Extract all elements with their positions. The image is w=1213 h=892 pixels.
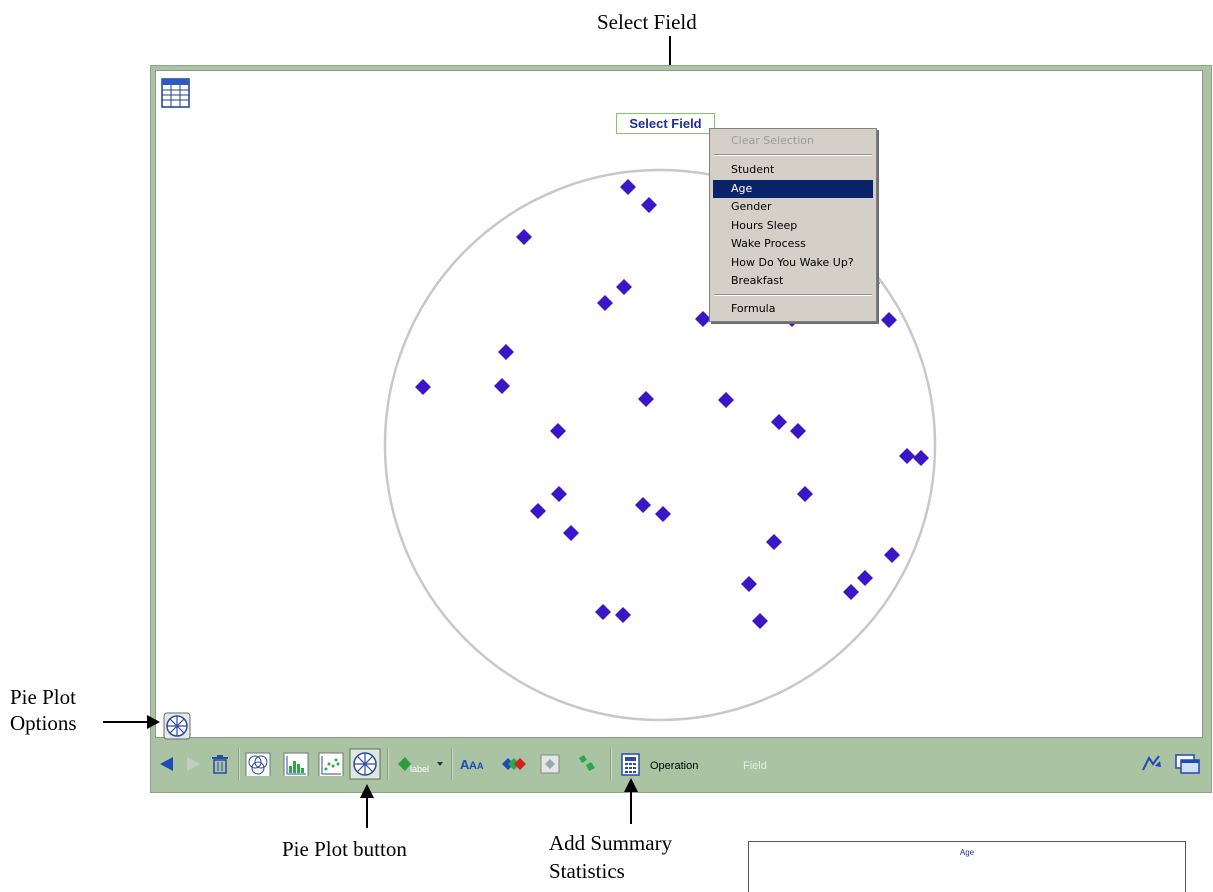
- menu-item-student[interactable]: Student: [713, 161, 873, 179]
- menu-item-clear-selection[interactable]: Clear Selection: [713, 132, 873, 150]
- pie-plot-options-arrow: [103, 715, 160, 729]
- pie-plot-options-callout-2: Options: [10, 711, 77, 735]
- toolbar-separator: [387, 748, 389, 780]
- chevron-down-icon[interactable]: [435, 752, 445, 776]
- summary-stats-callout-2: Statistics: [549, 859, 625, 883]
- case-point[interactable]: [899, 448, 915, 464]
- summary-panel-title: Age: [959, 848, 975, 857]
- summary-stats-callout-1: Add Summary: [549, 831, 673, 855]
- summary-stats-arrow: [624, 778, 638, 824]
- case-point[interactable]: [530, 503, 546, 519]
- case-point[interactable]: [790, 423, 806, 439]
- point-size-icon[interactable]: [539, 752, 561, 776]
- histogram-icon[interactable]: [283, 752, 309, 776]
- case-point[interactable]: [766, 534, 782, 550]
- case-point[interactable]: [550, 423, 566, 439]
- pie-plot-options-callout-1: Pie Plot: [10, 685, 76, 709]
- case-point[interactable]: [913, 450, 929, 466]
- case-point[interactable]: [415, 379, 431, 395]
- window-icon[interactable]: [1173, 752, 1201, 776]
- case-point[interactable]: [797, 486, 813, 502]
- toolbar-separator: [610, 748, 612, 780]
- scatter-plot-icon[interactable]: [318, 752, 344, 776]
- case-point[interactable]: [616, 279, 632, 295]
- menu-item-age[interactable]: Age: [713, 180, 873, 198]
- case-point[interactable]: [597, 295, 613, 311]
- case-point[interactable]: [718, 392, 734, 408]
- menu-item-gender[interactable]: Gender: [713, 198, 873, 216]
- toolbar-separator: [238, 748, 240, 780]
- pie-plot-button-arrow: [360, 784, 374, 828]
- label-dropdown[interactable]: label: [410, 764, 429, 774]
- menu-item-hours-sleep[interactable]: Hours Sleep: [713, 217, 873, 235]
- case-point[interactable]: [516, 229, 532, 245]
- toolbar-separator: [451, 748, 453, 780]
- menu-item-how-do-you-wake-up[interactable]: How Do You Wake Up?: [713, 254, 873, 272]
- case-point[interactable]: [620, 179, 636, 195]
- pie-plot-options-button[interactable]: [163, 712, 191, 740]
- menu-separator: [714, 154, 872, 156]
- case-point[interactable]: [771, 414, 787, 430]
- menu-separator: [714, 294, 872, 296]
- back-arrow-icon[interactable]: [157, 752, 177, 776]
- select-field-callout: Select Field: [597, 10, 697, 34]
- case-point[interactable]: [881, 312, 897, 328]
- menu-item-breakfast[interactable]: Breakfast: [713, 272, 873, 290]
- tilted-points-icon[interactable]: [575, 752, 601, 776]
- case-point[interactable]: [563, 525, 579, 541]
- calculator-icon[interactable]: [620, 752, 642, 776]
- pie-plot-button-callout: Pie Plot button: [282, 837, 407, 861]
- case-point[interactable]: [884, 547, 900, 563]
- trash-icon[interactable]: [209, 752, 231, 776]
- case-point[interactable]: [615, 607, 631, 623]
- pie-plot-button[interactable]: [349, 748, 381, 780]
- case-point[interactable]: [635, 497, 651, 513]
- menu-item-wake-process[interactable]: Wake Process: [713, 235, 873, 253]
- font-size-icon[interactable]: A A A: [459, 752, 487, 776]
- forward-arrow-icon[interactable]: [183, 752, 203, 776]
- case-point[interactable]: [551, 486, 567, 502]
- menu-item-formula[interactable]: Formula: [713, 300, 873, 318]
- pie-plot-svg: [383, 168, 937, 722]
- case-point[interactable]: [595, 604, 611, 620]
- case-point[interactable]: [843, 584, 859, 600]
- svg-text:A: A: [469, 760, 477, 772]
- venn-plot-icon[interactable]: [245, 752, 271, 776]
- case-point[interactable]: [741, 576, 757, 592]
- case-point[interactable]: [494, 378, 510, 394]
- operation-label[interactable]: Operation: [650, 760, 698, 772]
- case-point[interactable]: [857, 570, 873, 586]
- color-points-icon[interactable]: [500, 752, 528, 776]
- field-label[interactable]: Field: [743, 760, 767, 772]
- annotate-icon[interactable]: [1139, 752, 1163, 776]
- case-point[interactable]: [498, 344, 514, 360]
- case-point[interactable]: [752, 613, 768, 629]
- svg-text:A: A: [477, 761, 484, 771]
- case-point[interactable]: [655, 506, 671, 522]
- select-field-button[interactable]: Select Field: [616, 113, 715, 134]
- summary-panel: Age: [748, 841, 1186, 892]
- field-menu: Clear Selection Student Age Gender Hours…: [709, 128, 877, 322]
- case-point[interactable]: [638, 391, 654, 407]
- case-point[interactable]: [641, 197, 657, 213]
